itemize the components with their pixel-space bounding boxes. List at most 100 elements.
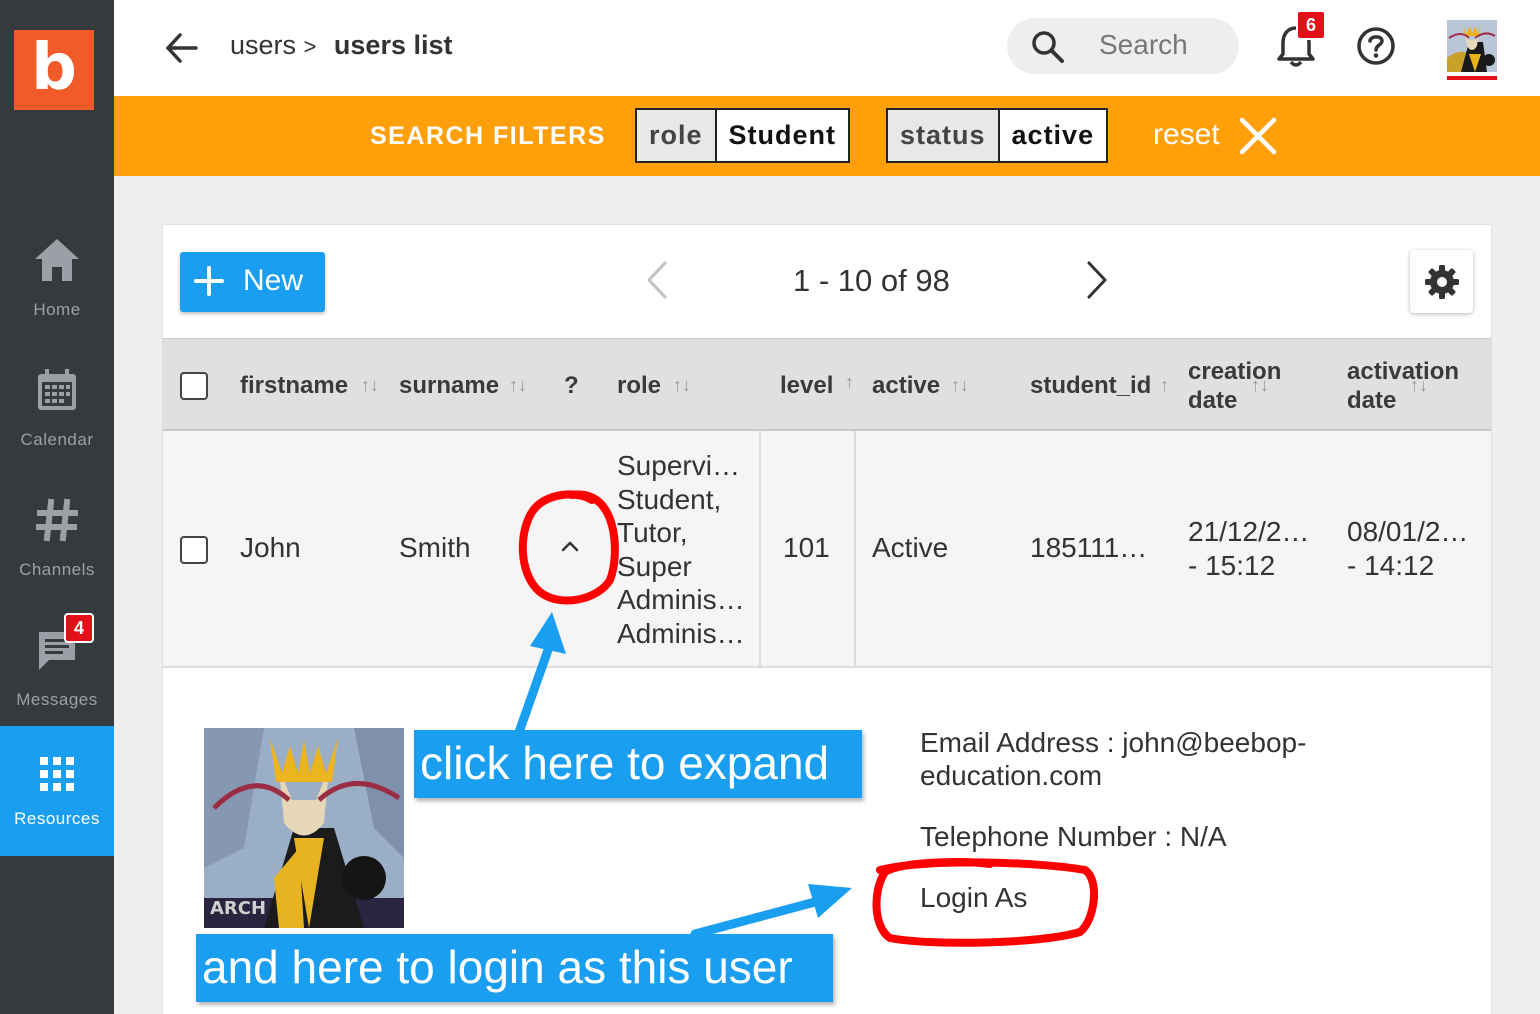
reset-button[interactable]: reset: [1153, 118, 1220, 152]
close-icon[interactable]: [1238, 116, 1278, 156]
sidebar-item-label: Messages: [16, 690, 98, 709]
column-header-expand: ?: [564, 372, 579, 399]
role-line: Supervi…: [617, 450, 740, 481]
pagination-label: 1 - 10 of 98: [793, 263, 950, 298]
sidebar-item-label: Home: [33, 300, 81, 319]
notification-badge: 6: [1296, 10, 1326, 40]
sort-icon[interactable]: ↑↓: [509, 375, 527, 396]
sidebar: b Home Calendar Channels 4 Messages Reso…: [0, 0, 114, 1014]
new-user-button[interactable]: New: [180, 252, 325, 312]
prev-page-icon[interactable]: [643, 260, 673, 300]
sort-icon[interactable]: ↑↓: [673, 375, 691, 396]
plus-icon: [194, 266, 224, 296]
chat-icon: [0, 620, 114, 680]
login-annotation: and here to login as this user: [196, 934, 833, 1002]
column-header-active[interactable]: active: [872, 372, 940, 400]
expand-annotation: click here to expand: [414, 730, 862, 798]
cell-firstname: John: [240, 532, 301, 563]
column-header-surname[interactable]: surname: [399, 372, 499, 400]
filter-chip-role[interactable]: role Student: [635, 108, 851, 163]
date-line: 08/01/2…: [1347, 516, 1469, 547]
gear-icon: [1425, 265, 1459, 299]
grid-icon: [0, 744, 114, 804]
sort-icon[interactable]: ↑↓: [1410, 375, 1428, 396]
date-line: 21/12/2…: [1188, 516, 1310, 547]
telephone-number: Telephone Number : N/A: [920, 821, 1227, 852]
cell-activation-date: 08/01/2… - 14:12: [1347, 515, 1468, 583]
cell-creation-date: 21/12/2… - 15:12: [1188, 515, 1309, 583]
sidebar-item-calendar[interactable]: Calendar: [0, 360, 114, 490]
column-header-level[interactable]: level: [780, 372, 833, 400]
column-header-role[interactable]: role: [617, 372, 661, 400]
home-icon: [0, 230, 114, 290]
date-line: - 14:12: [1347, 550, 1435, 581]
sort-icon[interactable]: ↑↓: [361, 375, 379, 396]
email-line: education.com: [920, 760, 1103, 791]
users-table-card: New 1 - 10 of 98 firstname ↑↓ surname ↑↓…: [163, 225, 1491, 1014]
page-title: users list: [333, 30, 453, 60]
filter-title: SEARCH FILTERS: [370, 122, 606, 150]
date-line: - 15:12: [1188, 550, 1276, 581]
messages-badge: 4: [64, 613, 94, 643]
email-address: Email Address : john@beebop- education.c…: [920, 726, 1306, 792]
sort-icon[interactable]: ↑↓: [1251, 375, 1269, 396]
help-icon[interactable]: [1356, 26, 1396, 66]
next-page-icon[interactable]: [1081, 260, 1111, 300]
breadcrumb-separator: >: [303, 34, 317, 59]
avatar-underline: [1447, 76, 1497, 80]
sidebar-item-label: Calendar: [20, 430, 94, 449]
sidebar-item-resources[interactable]: Resources: [0, 726, 114, 856]
table-settings-button[interactable]: [1410, 250, 1473, 313]
login-as-link[interactable]: Login As: [920, 881, 1027, 914]
avatar[interactable]: [1447, 20, 1497, 72]
role-line: Adminis…: [617, 584, 745, 616]
row-checkbox[interactable]: [180, 536, 208, 564]
sort-icon[interactable]: ↑: [1160, 375, 1169, 396]
select-all-checkbox[interactable]: [180, 372, 208, 400]
column-header-student-id[interactable]: student_id: [1030, 372, 1151, 400]
sidebar-item-channels[interactable]: Channels: [0, 490, 114, 620]
role-line: Super: [617, 550, 692, 582]
sidebar-item-label: Channels: [19, 560, 95, 579]
breadcrumb-parent[interactable]: users: [230, 30, 296, 60]
calendar-icon: [0, 360, 114, 420]
filter-chip-status[interactable]: status active: [886, 108, 1109, 163]
filter-chip-key: role: [637, 110, 717, 161]
search-placeholder: Search: [1099, 29, 1188, 60]
back-arrow-icon[interactable]: [164, 28, 200, 68]
user-avatar: ARCH: [204, 728, 404, 928]
cell-level: 101: [783, 532, 830, 563]
column-header-firstname[interactable]: firstname: [240, 372, 348, 400]
column-header-activation-date[interactable]: activation date: [1347, 357, 1459, 415]
table-header: firstname ↑↓ surname ↑↓ ? role ↑↓ level …: [163, 338, 1491, 431]
table-row[interactable]: John Smith Supervi… Student, Tutor, Supe…: [163, 431, 1491, 668]
search-filters-bar: SEARCH FILTERS role Student status activ…: [114, 96, 1540, 176]
cell-role: Supervi… Student, Tutor, Super Adminis… …: [617, 449, 752, 651]
email-line: Email Address : john@beebop-: [920, 727, 1307, 758]
svg-text:ARCH: ARCH: [210, 898, 266, 919]
filter-chip-key: status: [888, 110, 1000, 161]
hash-icon: [0, 490, 114, 550]
column-divider: [759, 431, 761, 668]
role-line: Tutor,: [617, 517, 688, 549]
search-icon: [1032, 31, 1064, 63]
sort-icon[interactable]: ↑↓: [951, 375, 969, 396]
app-logo[interactable]: b: [14, 30, 94, 110]
top-bar: users > users list Search 6: [114, 0, 1540, 96]
search-input[interactable]: Search: [1007, 18, 1239, 74]
column-header-line: activation: [1347, 358, 1460, 385]
cell-surname: Smith: [399, 532, 471, 563]
new-button-label: New: [243, 264, 304, 297]
cell-student-id: 185111…: [1030, 532, 1148, 563]
column-header-line: date: [1347, 387, 1397, 414]
breadcrumb: users > users list: [230, 30, 452, 61]
sort-icon[interactable]: ↑: [845, 372, 854, 393]
sidebar-item-home[interactable]: Home: [0, 230, 114, 360]
chevron-up-icon[interactable]: [560, 539, 580, 558]
cell-active: Active: [872, 532, 949, 563]
filter-chip-value: Student: [716, 110, 849, 161]
role-line: Adminis…: [617, 617, 745, 649]
role-line: Student,: [617, 483, 722, 515]
sidebar-item-label: Resources: [14, 809, 100, 828]
filter-chip-value: active: [999, 110, 1107, 161]
